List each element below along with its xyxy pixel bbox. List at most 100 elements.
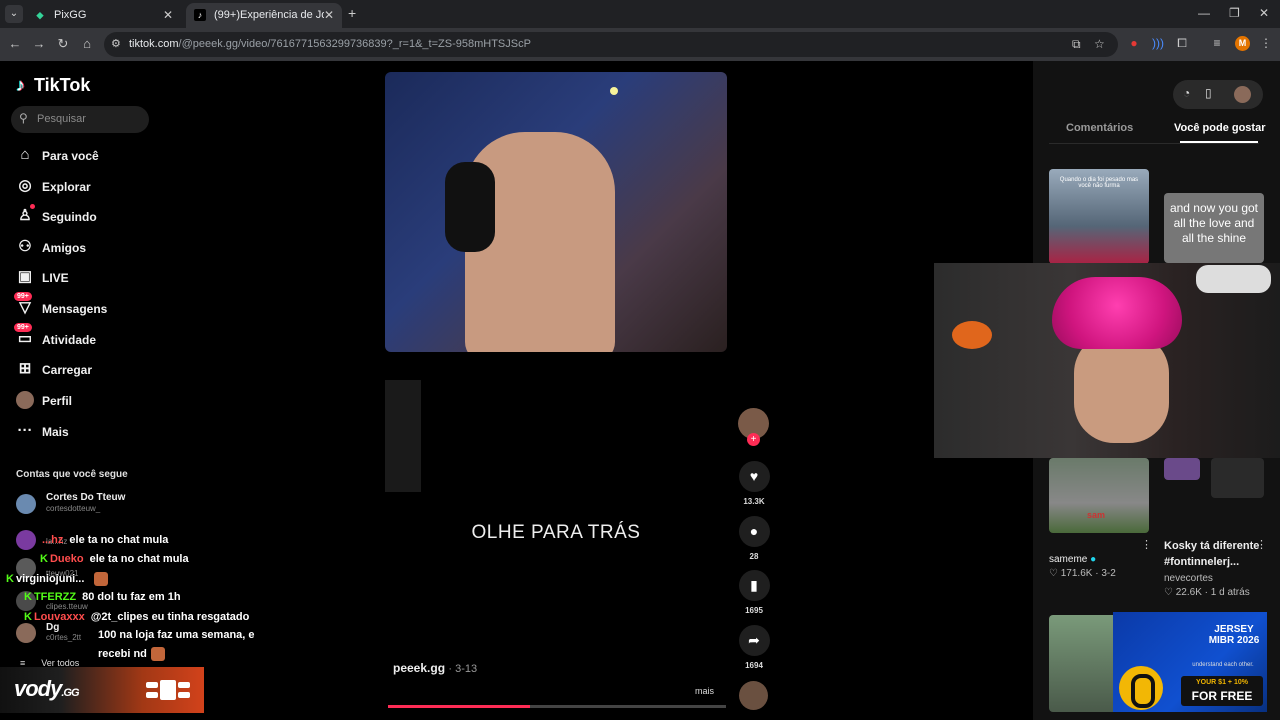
share-button[interactable]: ➦ 1694	[738, 625, 770, 670]
screen: ⌄ ◆ PixGG ✕ ♪ (99+)Experiência de Jogo e…	[0, 0, 1280, 720]
sidebar-item-carregar[interactable]: ⊞ Carregar	[16, 359, 146, 381]
stream-chat-overlay: ...hz ele ta no chat mula K Dueko ele ta no…	[0, 532, 290, 672]
tab-close-icon[interactable]: ✕	[324, 8, 334, 22]
following-icon: ♙	[18, 207, 32, 224]
home-icon[interactable]: ⌂	[79, 36, 95, 51]
browser-tab-bar: ⌄ ◆ PixGG ✕ ♪ (99+)Experiência de Jogo e…	[0, 0, 1280, 28]
bookmark-icon: ▮	[738, 570, 770, 601]
device-icon[interactable]: ▯	[1205, 86, 1212, 100]
speed-icon[interactable]: ◔	[1183, 86, 1190, 100]
live-icon: ▣	[17, 268, 33, 285]
sidebar-item-atividade[interactable]: ▭ 99+ Atividade	[14, 323, 146, 351]
chat-message: recebi nd	[98, 647, 165, 661]
sidebar-item-mais[interactable]: ··· Mais	[16, 421, 146, 443]
extension-record-icon[interactable]: ●	[1126, 36, 1142, 50]
chat-message: Kvirginiojuni...	[6, 572, 109, 586]
tab-comentarios[interactable]: Comentários	[1066, 122, 1133, 134]
user-avatar[interactable]	[1234, 86, 1251, 103]
sidebar-item-label: Explorar	[42, 180, 91, 194]
more-options-icon[interactable]: ⋮	[1141, 538, 1152, 551]
bookmark-star-icon[interactable]: ☆	[1094, 37, 1105, 51]
like-button[interactable]: ♥ 13.3K	[738, 461, 770, 506]
comment-icon: ●	[738, 516, 770, 547]
recommended-title[interactable]: Kosky tá diferente	[1164, 539, 1259, 554]
extensions-puzzle-icon[interactable]: ⧠	[1174, 36, 1190, 51]
sidebar-item-explorar[interactable]: ◎ Explorar	[16, 176, 146, 198]
address-bar[interactable]: ⚙ tiktok.com/@peeek.gg/video/76167715632…	[104, 32, 1118, 57]
top-right-controls: ◔ ▯	[1173, 80, 1263, 109]
recommended-video-thumbnail[interactable]	[1164, 458, 1200, 480]
install-app-icon[interactable]: ⧉	[1072, 37, 1081, 52]
close-window-icon[interactable]: ✕	[1259, 6, 1269, 20]
ad-headline: JERSEY MIBR 2026	[1208, 624, 1260, 646]
browser-tab-pixgg[interactable]: ◆ PixGG ✕	[26, 3, 181, 28]
streamer-webcam-overlay	[934, 263, 1280, 458]
followed-account[interactable]: Cortes Do Tteuw cortesdotteuw_	[16, 492, 156, 518]
site-info-icon[interactable]: ⚙	[111, 37, 121, 50]
chat-message: 100 na loja faz uma semana, e	[98, 629, 255, 641]
browser-tab-tiktok[interactable]: ♪ (99+)Experiência de Jogo e Ritu ✕	[186, 3, 342, 28]
share-count: 1694	[745, 661, 763, 670]
comment-count: 28	[749, 552, 759, 561]
sidebar-item-label: Mais	[42, 425, 69, 439]
kick-badge-icon: K	[24, 591, 32, 603]
minimize-icon[interactable]: —	[1198, 6, 1210, 20]
tab-voce-pode-gostar[interactable]: Você pode gostar	[1174, 122, 1265, 134]
kick-badge-icon: K	[6, 572, 14, 585]
sidebar-item-amigos[interactable]: ⚇ Amigos	[16, 237, 146, 259]
poster-car	[1196, 265, 1271, 293]
recommended-video-thumbnail[interactable]	[1211, 458, 1264, 498]
bookmark-button[interactable]: ▮ 1695	[738, 570, 770, 615]
avatar	[16, 494, 36, 514]
more-link[interactable]: mais	[695, 686, 714, 696]
recommended-video-thumbnail[interactable]: Quando o dia foi pesado mas você não fur…	[1049, 169, 1149, 264]
recommended-title[interactable]: #fontinnelerj...	[1164, 555, 1239, 570]
tab-divider	[1049, 143, 1259, 144]
reload-icon[interactable]: ↻	[55, 36, 71, 52]
video-author[interactable]: peeek.gg · 3-13	[393, 661, 477, 675]
sidebar-item-label: Atividade	[42, 333, 97, 347]
back-icon[interactable]: ←	[7, 36, 23, 51]
sidebar-item-label: Seguindo	[42, 210, 97, 224]
sidebar-item-label: Amigos	[42, 241, 87, 255]
music-disc-avatar[interactable]	[739, 681, 768, 710]
restore-icon[interactable]: ❐	[1229, 6, 1240, 20]
forward-icon[interactable]: →	[31, 36, 47, 51]
next-video-preview[interactable]	[385, 380, 421, 492]
recommended-author[interactable]: sameme ●	[1049, 552, 1096, 567]
jersey-ad-overlay: JERSEY MIBR 2026 understand each other. Y…	[1113, 612, 1267, 712]
tiktok-logo[interactable]: ♪ TikTok	[16, 75, 90, 97]
pink-bonnet	[1052, 277, 1182, 349]
profile-avatar[interactable]: M	[1235, 36, 1250, 51]
chat-message: K Dueko ele ta no chat mula	[40, 553, 189, 565]
ad-small-text: understand each other.	[1192, 662, 1254, 668]
video-caption: OLHE PARA TRÁS	[471, 522, 641, 543]
search-input[interactable]: ⚲ Pesquisar	[11, 106, 149, 133]
sidebar-item-seguindo[interactable]: ♙ Seguindo	[16, 204, 146, 228]
sidebar-item-perfil[interactable]: Perfil	[16, 390, 146, 412]
extension-audio-icon[interactable]: )))	[1150, 36, 1166, 50]
recommended-video-thumbnail[interactable]: sam	[1049, 458, 1149, 533]
tab-close-icon[interactable]: ✕	[163, 8, 173, 22]
tab-title: PixGG	[54, 9, 87, 21]
browser-menu-icon[interactable]: ⋮	[1258, 36, 1274, 50]
sidebar-item-live[interactable]: ▣ LIVE	[16, 267, 146, 289]
new-tab-button[interactable]: +	[348, 5, 356, 21]
ad-offer: YOUR $1 + 10% FOR FREE	[1181, 676, 1263, 706]
following-section-title: Contas que você segue	[16, 469, 128, 480]
follow-plus-icon[interactable]: +	[747, 433, 760, 446]
tab-search-button[interactable]: ⌄	[5, 5, 23, 23]
recommended-author[interactable]: nevecortes	[1164, 573, 1213, 584]
sidebar-item-mensagens[interactable]: ▽ 99+ Mensagens	[14, 292, 146, 320]
tiktok-note-icon: ♪	[16, 75, 25, 95]
recommended-video-thumbnail[interactable]: and now you got all the love and all the…	[1164, 193, 1264, 263]
creator-avatar-button[interactable]: +	[738, 408, 769, 446]
notification-badge: 99+	[14, 292, 32, 301]
video-player[interactable]	[385, 72, 727, 352]
comment-button[interactable]: ● 28	[738, 516, 770, 561]
sidebar-item-para-voce[interactable]: ⌂ Para você	[16, 145, 146, 167]
media-controls-icon[interactable]: ≡	[1209, 36, 1225, 50]
video-progress-bar[interactable]	[388, 705, 726, 708]
messages-icon: ▽	[19, 299, 31, 316]
video-progress-fill	[388, 705, 530, 708]
